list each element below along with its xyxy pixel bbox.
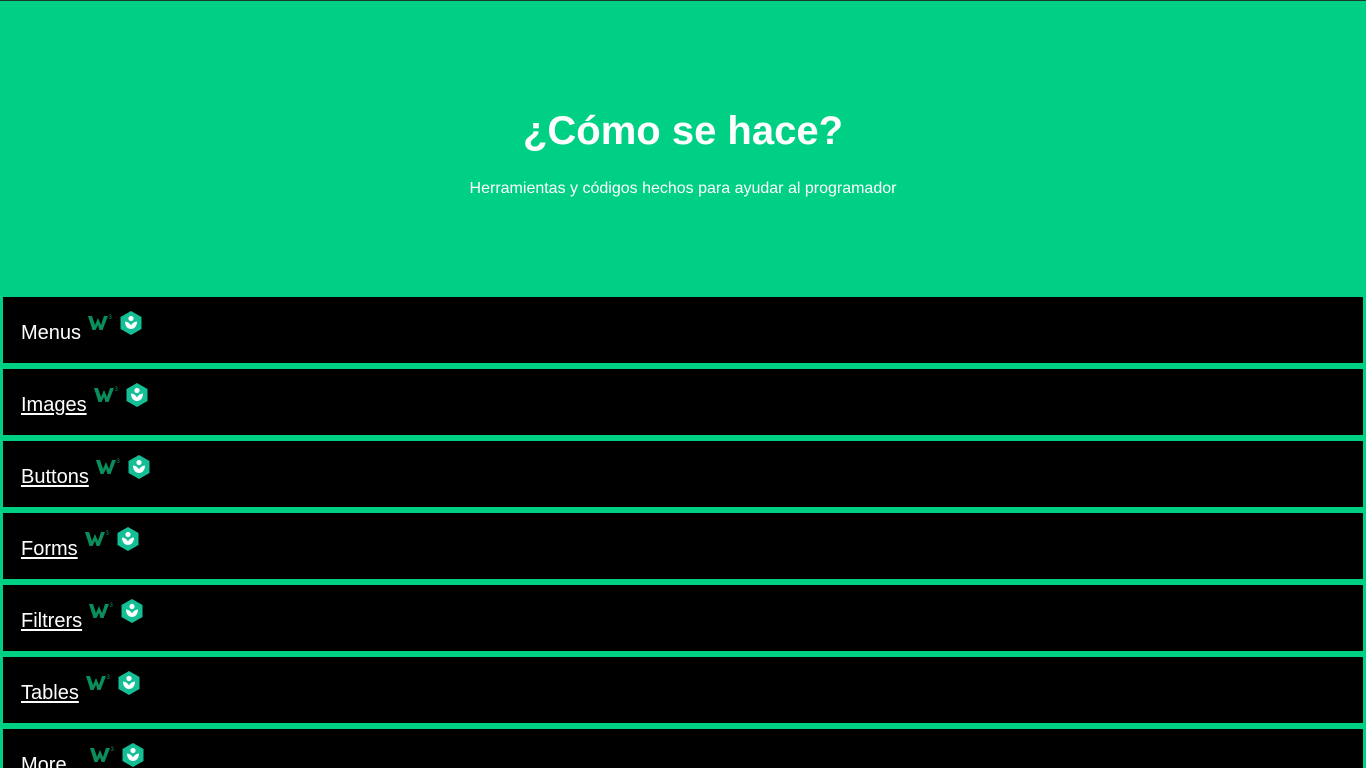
list-item-label: More... [21, 754, 84, 768]
list-item-buttons: Buttons 3 [3, 441, 1363, 507]
resource-icons: 3 [95, 454, 151, 480]
svg-text:3: 3 [111, 747, 115, 753]
list-item-label[interactable]: Tables [21, 682, 79, 704]
w3schools-icon[interactable]: 3 [85, 673, 111, 693]
khan-academy-icon[interactable] [125, 382, 149, 408]
svg-text:3: 3 [109, 315, 113, 321]
list-item-tables: Tables 3 [3, 657, 1363, 723]
resource-icons: 3 [88, 598, 144, 624]
khan-academy-icon[interactable] [121, 742, 145, 768]
khan-academy-icon[interactable] [120, 598, 144, 624]
resource-icons: 3 [87, 310, 143, 336]
resource-icons: 3 [84, 526, 140, 552]
svg-text:3: 3 [110, 603, 114, 609]
w3schools-icon[interactable]: 3 [84, 529, 110, 549]
list-item-label[interactable]: Forms [21, 538, 78, 560]
resource-icons: 3 [93, 382, 149, 408]
list-item-label: Menus [21, 322, 82, 344]
svg-text:3: 3 [116, 459, 120, 465]
list-item-more: More... 3 [3, 729, 1363, 768]
svg-text:3: 3 [105, 531, 109, 537]
w3schools-icon[interactable]: 3 [89, 745, 115, 765]
page-subtitle: Herramientas y códigos hechos para ayuda… [469, 180, 897, 197]
khan-academy-icon[interactable] [117, 670, 141, 696]
w3schools-icon[interactable]: 3 [88, 601, 114, 621]
resource-icons: 3 [85, 670, 141, 696]
resource-icons: 3 [89, 742, 145, 768]
page: ¿Cómo se hace? Herramientas y códigos he… [0, 0, 1366, 768]
w3schools-icon[interactable]: 3 [93, 385, 119, 405]
khan-academy-icon[interactable] [119, 310, 143, 336]
w3schools-icon[interactable]: 3 [87, 313, 113, 333]
list-item-filtrers: Filtrers 3 [3, 585, 1363, 651]
page-title: ¿Cómo se hace? [522, 109, 844, 153]
khan-academy-icon[interactable] [116, 526, 140, 552]
svg-text:3: 3 [106, 675, 110, 681]
list-item-menus: Menus 3 [3, 297, 1363, 363]
w3schools-icon[interactable]: 3 [95, 457, 121, 477]
list-item-images: Images 3 [3, 369, 1363, 435]
svg-text:3: 3 [114, 387, 118, 393]
list-item-label[interactable]: Filtrers [21, 610, 82, 632]
list-item-label[interactable]: Images [21, 394, 87, 416]
hero-banner: ¿Cómo se hace? Herramientas y códigos he… [0, 1, 1366, 297]
khan-academy-icon[interactable] [127, 454, 151, 480]
list-item-forms: Forms 3 [3, 513, 1363, 579]
topic-list: Menus 3 Images 3 Buttons 3 Forms 3 Filtrers 3 Tabl… [3, 297, 1363, 768]
list-item-label[interactable]: Buttons [21, 466, 89, 488]
